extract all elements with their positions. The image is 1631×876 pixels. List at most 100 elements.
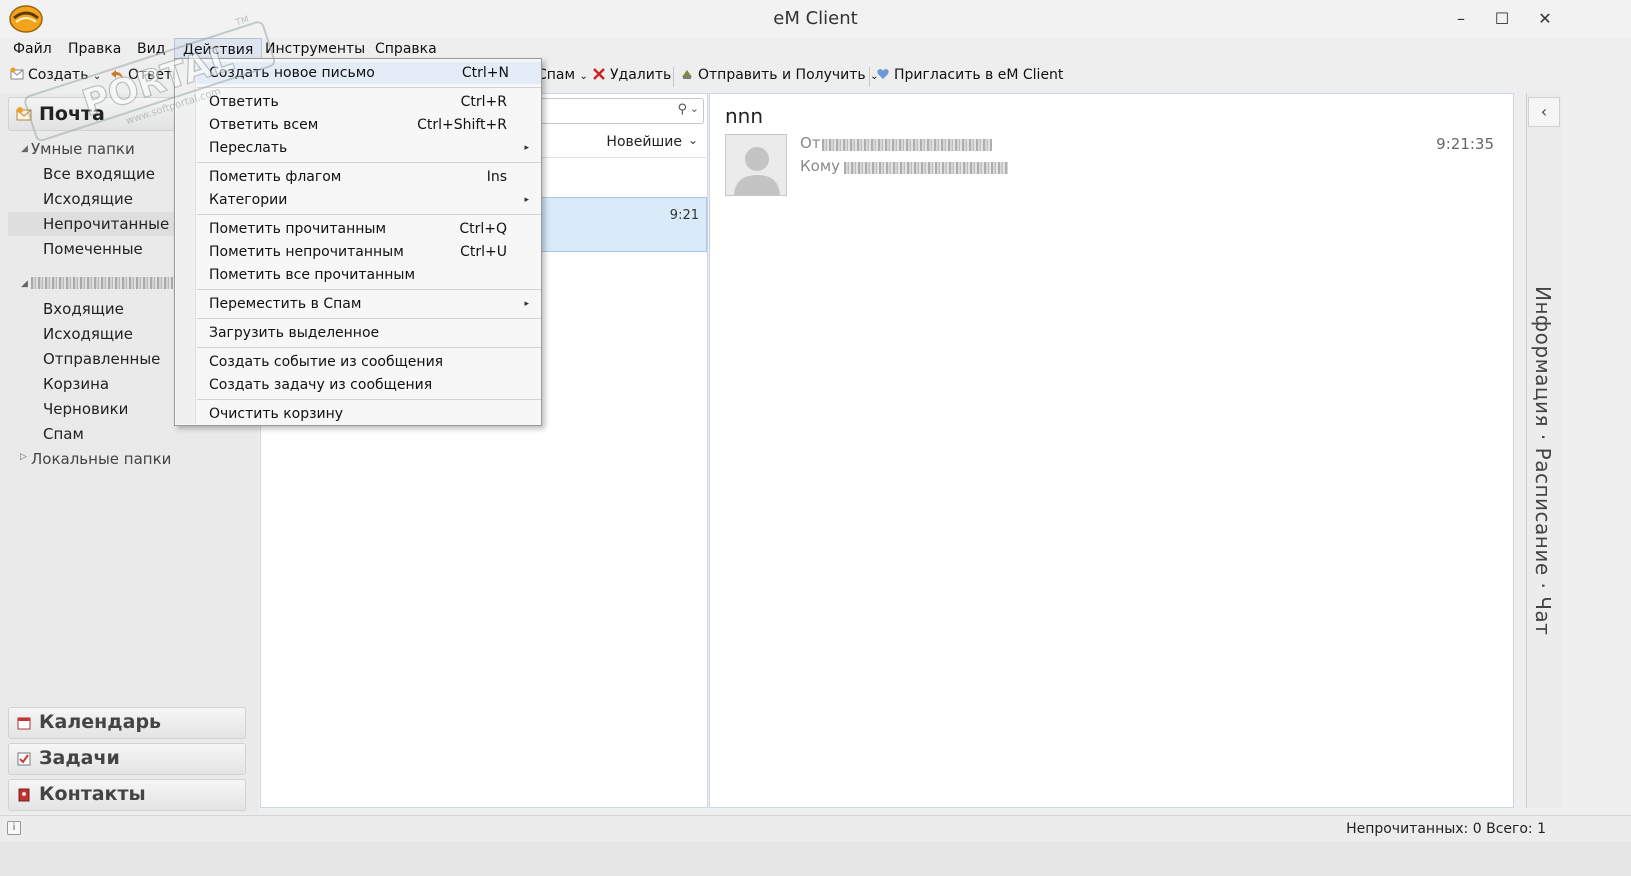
send-receive-label: Отправить и Получить [698, 67, 866, 83]
search-icon[interactable]: ⚲ [677, 102, 687, 117]
folder-inbox[interactable]: Входящие [43, 300, 124, 318]
nav-tasks-button[interactable]: Задачи [8, 743, 246, 775]
send-receive-icon [682, 70, 692, 79]
status-counts: Непрочитанных: 0 Всего: 1 [1346, 821, 1546, 837]
folder-all-inbox[interactable]: Все входящие [43, 165, 155, 183]
menu-view[interactable]: Вид [137, 41, 165, 57]
reply-button[interactable]: Ответи [110, 67, 181, 83]
folder-spam[interactable]: Спам [43, 425, 84, 443]
menu-item-shortcut: Ctrl+Q [459, 221, 507, 237]
send-receive-button[interactable]: Отправить и Получить ⌄ [680, 67, 879, 83]
menu-item-forward[interactable]: Переслать ▸ [209, 137, 539, 159]
nav-calendar-label: Календарь [39, 711, 162, 733]
info-icon[interactable]: i [7, 821, 21, 835]
spam-dropdown-icon[interactable]: ⌄ [580, 71, 588, 82]
menu-item-reply[interactable]: Ответить Ctrl+R [209, 91, 539, 113]
folder-outbox[interactable]: Исходящие [43, 190, 133, 208]
local-folders-group[interactable]: Локальные папки [31, 450, 171, 468]
invite-button[interactable]: Пригласить в eM Client [876, 67, 1063, 83]
delete-button[interactable]: Удалить [592, 67, 671, 83]
nav-tasks-label: Задачи [39, 747, 120, 769]
message-time: 9:21 [669, 208, 699, 223]
menu-item-shortcut: Ins [486, 169, 507, 185]
search-options-chevron-icon[interactable]: ⌄ [690, 102, 699, 115]
create-dropdown-icon[interactable]: ⌄ [93, 71, 101, 82]
sort-chevron-icon[interactable]: ⌄ [688, 133, 698, 147]
delete-label: Удалить [610, 67, 672, 83]
title-bar: eM Client – ☐ ✕ [0, 0, 1631, 38]
submenu-arrow-icon: ▸ [524, 143, 529, 153]
folder-flagged[interactable]: Помеченные [43, 240, 143, 258]
folder-trash[interactable]: Корзина [43, 375, 109, 393]
reply-icon [111, 70, 123, 79]
menu-item-label: Создать новое письмо [209, 65, 375, 81]
menu-item-label: Переместить в Спам [209, 296, 362, 312]
menu-item-label: Пометить флагом [209, 169, 342, 185]
folder-sent[interactable]: Отправленные [43, 350, 160, 368]
sender-avatar [725, 134, 787, 196]
invite-label: Пригласить в eM Client [894, 67, 1064, 83]
new-mail-icon [10, 67, 24, 80]
maximize-button[interactable]: ☐ [1482, 5, 1522, 33]
nav-calendar-button[interactable]: Календарь [8, 707, 246, 739]
calendar-icon [17, 717, 31, 730]
expand-sidebar-arrow-icon[interactable]: ‹ [1528, 97, 1560, 127]
menu-separator [197, 318, 541, 319]
menu-item-create-event[interactable]: Создать событие из сообщения [209, 351, 539, 373]
folder-drafts[interactable]: Черновики [43, 400, 128, 418]
menu-separator [197, 87, 541, 88]
menu-item-flag[interactable]: Пометить флагом Ins [209, 166, 539, 188]
to-label: Кому [800, 157, 841, 175]
menu-item-label: Ответить [209, 94, 279, 110]
menu-item-mark-unread[interactable]: Пометить непрочитанным Ctrl+U [209, 241, 539, 263]
sort-order-dropdown[interactable]: Новейшие [606, 134, 682, 150]
menu-separator [197, 289, 541, 290]
menu-tools[interactable]: Инструменты [265, 41, 365, 57]
folder-outbox-account[interactable]: Исходящие [43, 325, 133, 343]
invite-heart-icon [877, 69, 889, 79]
nav-contacts-button[interactable]: Контакты [8, 779, 246, 811]
to-address-redacted[interactable] [844, 162, 1008, 174]
from-address-redacted[interactable] [822, 139, 992, 151]
menu-separator [197, 214, 541, 215]
sidebar-tabs-info-schedule-chat[interactable]: Информация · Расписание · Чат [1531, 286, 1555, 635]
spam-button[interactable]: Спам ⌄ [537, 67, 588, 83]
actions-dropdown-menu: Создать новое письмо Ctrl+N Ответить Ctr… [174, 58, 542, 426]
menu-item-reply-all[interactable]: Ответить всем Ctrl+Shift+R [209, 114, 539, 136]
reading-pane [709, 93, 1514, 808]
from-label: От [800, 134, 821, 152]
menu-item-move-to-spam[interactable]: Переместить в Спам ▸ [209, 293, 539, 315]
menu-item-categories[interactable]: Категории ▸ [209, 189, 539, 211]
menu-item-download-selected[interactable]: Загрузить выделенное [209, 322, 539, 344]
menu-item-shortcut: Ctrl+Shift+R [417, 117, 507, 133]
collapse-arrow-icon[interactable]: ◢ [21, 279, 28, 289]
status-bar: i Непрочитанных: 0 Всего: 1 [0, 815, 1631, 842]
minimize-button[interactable]: – [1441, 5, 1481, 33]
menu-item-label: Загрузить выделенное [209, 325, 380, 341]
create-button[interactable]: Создать ⌄ [10, 67, 101, 83]
mail-title: Почта [39, 103, 105, 125]
menu-help[interactable]: Справка [375, 41, 437, 57]
smart-folders-group[interactable]: Умные папки [31, 140, 135, 158]
menu-item-mark-all-read[interactable]: Пометить все прочитанным [209, 264, 539, 286]
expand-arrow-icon[interactable]: ▷ [20, 452, 27, 462]
menu-item-create-task[interactable]: Создать задачу из сообщения [209, 374, 539, 396]
account-name-redacted[interactable] [31, 277, 173, 289]
menu-separator [197, 162, 541, 163]
message-received-time: 9:21:35 [1436, 135, 1494, 153]
menu-item-label: Переслать [209, 140, 288, 156]
menu-file[interactable]: Файл [13, 41, 52, 57]
create-label: Создать [28, 67, 89, 83]
menu-edit[interactable]: Правка [68, 41, 121, 57]
message-subject: nnn [725, 104, 764, 128]
menu-item-empty-trash[interactable]: Очистить корзину [209, 403, 539, 425]
collapse-arrow-icon[interactable]: ◢ [21, 144, 28, 154]
menu-item-new-message[interactable]: Создать новое письмо Ctrl+N [197, 62, 541, 84]
menu-item-label: Категории [209, 192, 288, 208]
nav-contacts-label: Контакты [39, 783, 146, 805]
menu-separator [197, 347, 541, 348]
close-button[interactable]: ✕ [1525, 5, 1565, 33]
menu-item-shortcut: Ctrl+R [460, 94, 507, 110]
toolbar-separator [673, 67, 674, 87]
menu-item-mark-read[interactable]: Пометить прочитанным Ctrl+Q [209, 218, 539, 240]
